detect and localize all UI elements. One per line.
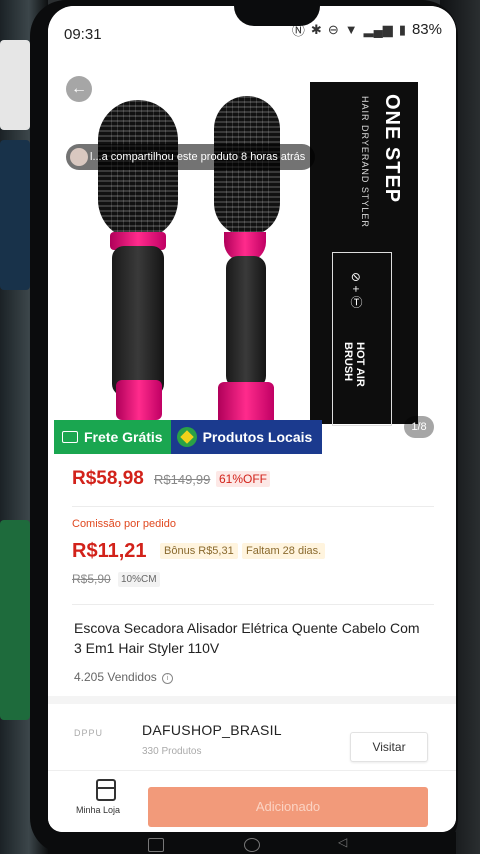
bonus-tag: Bônus R$5,31 (160, 543, 238, 559)
free-shipping-label: Frete Grátis (84, 429, 163, 445)
box-brand: HOT AIR BRUSH (342, 342, 366, 387)
app-screen: 09:31 Ⓝ ✱ ⊖ ▼ ▂▄▆ ▮ 83% ONE STEP HAIR DR… (48, 6, 456, 832)
back-button[interactable]: ← (66, 76, 92, 102)
background-strip (0, 140, 30, 290)
system-nav-bar: ◁ (48, 832, 456, 854)
bottom-action-bar: Minha Loja Adicionado (48, 770, 456, 832)
my-store-label[interactable]: Minha Loja (76, 805, 120, 815)
days-left-tag: Faltam 28 dias. (242, 543, 326, 559)
shop-product-count: 330 Produtos (142, 746, 202, 757)
brush-base (116, 380, 162, 420)
commission-label: Comissão por pedido (72, 518, 176, 530)
divider (72, 506, 434, 507)
wifi-icon: ▼ (344, 22, 358, 37)
sold-count-text: 4.205 Vendidos (74, 670, 157, 684)
brush-handle (226, 256, 266, 388)
box-subtitle: HAIR DRYERAND STYLER (360, 96, 370, 228)
product-price: R$58,98 (72, 468, 144, 489)
sharer-avatar (70, 148, 88, 166)
brush-handle (112, 246, 164, 396)
brush-bristles (98, 100, 178, 240)
box-title: ONE STEP (381, 94, 403, 204)
status-time: 09:31 (64, 26, 102, 43)
share-notification: l...a compartilhou este produto 8 horas … (66, 144, 316, 170)
product-box-image: ONE STEP HAIR DRYERAND STYLER ⊘ + Ⓣ HOT … (310, 82, 418, 426)
share-text: l...a compartilhou este produto 8 horas … (90, 151, 306, 163)
local-products-label: Produtos Locais (202, 429, 313, 445)
signal-icon: ▂▄▆ (363, 21, 393, 37)
box-feature-icons: ⊘ + Ⓣ (349, 272, 363, 308)
product-title: Escova Secadora Alisador Elétrica Quente… (74, 620, 420, 656)
brazil-flag-icon (176, 427, 197, 447)
battery-percent: 83% (411, 21, 442, 38)
info-icon[interactable]: i (162, 673, 174, 684)
shipping-icon (62, 431, 78, 443)
added-button[interactable]: Adicionado (148, 787, 428, 827)
camera-notch (234, 6, 320, 26)
back-nav-icon[interactable]: ◁ (338, 835, 352, 849)
discount-badge: 61%OFF (216, 471, 271, 487)
home-icon[interactable] (244, 838, 260, 852)
dnd-icon: ⊖ (327, 21, 339, 37)
visit-shop-button[interactable]: Visitar (350, 732, 428, 762)
bluetooth-icon: ✱ (310, 21, 322, 37)
original-commission: R$5,90 (72, 572, 111, 586)
section-separator (48, 696, 456, 704)
background-strip (0, 40, 30, 130)
image-counter: 1/8 (404, 416, 434, 438)
store-icon[interactable] (96, 779, 116, 801)
original-price: R$149,99 (154, 472, 211, 487)
shop-name[interactable]: DAFUSHOP_BRASIL (142, 722, 282, 738)
local-products-badge: Produtos Locais (170, 420, 323, 454)
commission-amount: R$11,21 (72, 540, 147, 562)
free-shipping-badge: Frete Grátis (54, 420, 171, 454)
background-strip (0, 520, 30, 720)
status-icons: Ⓝ ✱ ⊖ ▼ ▂▄▆ ▮ 83% (292, 20, 442, 39)
product-image[interactable]: ONE STEP HAIR DRYERAND STYLER ⊘ + Ⓣ HOT … (54, 52, 434, 460)
commission-rate: 10%CM (118, 572, 160, 587)
battery-icon: ▮ (398, 21, 406, 37)
sold-count: 4.205 Vendidos i (74, 670, 174, 684)
shop-logo[interactable]: DPPU (74, 728, 103, 738)
recent-apps-icon[interactable] (148, 838, 164, 852)
product-badges: Frete Grátis Produtos Locais (54, 420, 323, 454)
divider (72, 604, 434, 605)
